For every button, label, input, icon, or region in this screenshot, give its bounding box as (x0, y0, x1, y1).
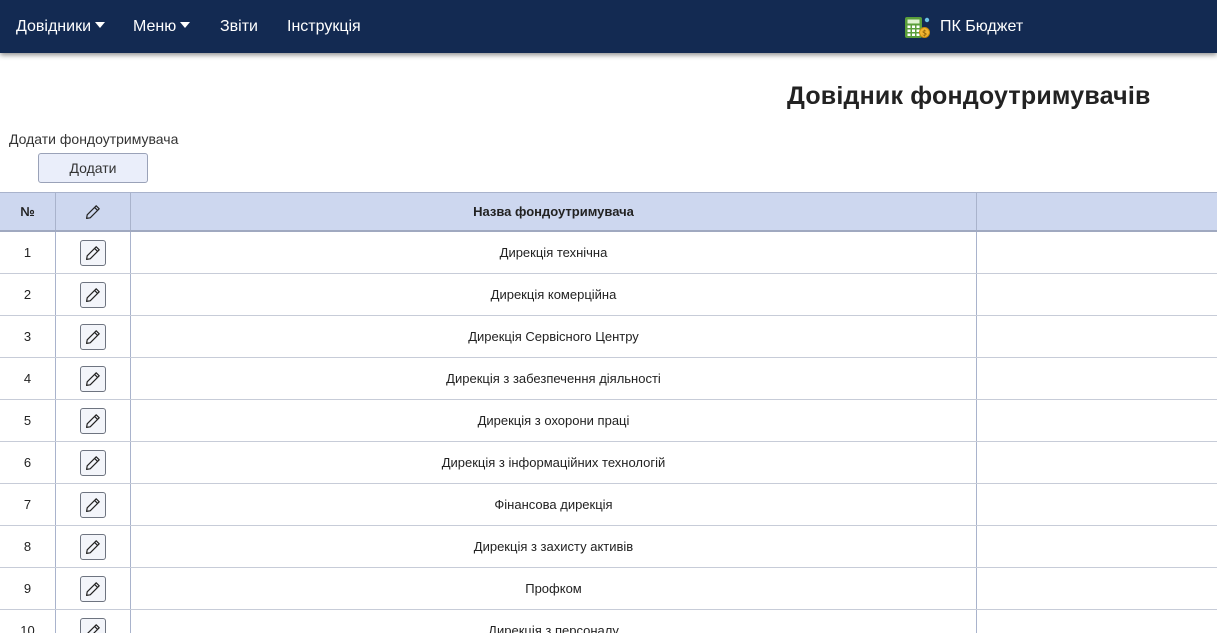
pencil-icon (85, 329, 101, 345)
nav-label: Меню (133, 18, 177, 35)
table-row: 6 Дирекція з інформаційних технологій (0, 442, 1217, 484)
row-number: 10 (0, 610, 56, 633)
row-name: Дирекція Сервісного Центру (131, 316, 977, 357)
row-edit-cell (56, 568, 131, 609)
pencil-icon (85, 539, 101, 555)
row-name: Дирекція з захисту активів (131, 526, 977, 567)
row-extra-cell (977, 358, 1217, 399)
edit-row-button[interactable] (80, 407, 106, 434)
table-row: 7 Фінансова дирекція (0, 484, 1217, 526)
pencil-icon (85, 581, 101, 597)
row-extra-cell (977, 568, 1217, 609)
row-extra-cell (977, 400, 1217, 441)
caret-down-icon (95, 22, 106, 28)
row-extra-cell (977, 526, 1217, 567)
column-header-number[interactable]: № (0, 193, 56, 230)
row-edit-cell (56, 400, 131, 441)
edit-row-button[interactable] (80, 365, 106, 392)
edit-row-button[interactable] (80, 323, 106, 350)
row-number: 5 (0, 400, 56, 441)
pencil-icon (85, 413, 101, 429)
page-title: Довідник фондоутримувачів (787, 82, 1151, 110)
row-edit-cell (56, 316, 131, 357)
fund-holders-table: № Назва фондоутримувача 1 Дирекція техніч… (0, 192, 1217, 633)
brand[interactable]: $ ПК Бюджет (904, 15, 1023, 39)
edit-row-button[interactable] (80, 239, 106, 266)
pencil-icon (85, 623, 101, 633)
row-extra-cell (977, 442, 1217, 483)
row-name: Фінансова дирекція (131, 484, 977, 525)
table-row: 9 Профком (0, 568, 1217, 610)
table-row: 3 Дирекція Сервісного Центру (0, 316, 1217, 358)
row-name: Дирекція технічна (131, 232, 977, 273)
caret-down-icon (180, 22, 191, 28)
nav-menu-menu[interactable]: Меню (133, 17, 191, 37)
pencil-icon (85, 245, 101, 261)
row-edit-cell (56, 610, 131, 633)
edit-row-button[interactable] (80, 617, 106, 633)
row-edit-cell (56, 442, 131, 483)
row-name: Дирекція з персоналу (131, 610, 977, 633)
column-header-extra (977, 193, 1217, 230)
column-header-edit (56, 193, 131, 230)
svg-text:$: $ (922, 29, 927, 38)
pencil-icon (85, 497, 101, 513)
table-row: 2 Дирекція комерційна (0, 274, 1217, 316)
row-name: Дирекція з інформаційних технологій (131, 442, 977, 483)
edit-row-button[interactable] (80, 449, 106, 476)
row-number: 4 (0, 358, 56, 399)
row-number: 3 (0, 316, 56, 357)
brand-label: ПК Бюджет (940, 18, 1024, 35)
table-row: 10 Дирекція з персоналу (0, 610, 1217, 633)
row-name: Дирекція комерційна (131, 274, 977, 315)
row-extra-cell (977, 274, 1217, 315)
row-number: 8 (0, 526, 56, 567)
nav-label: Звіти (220, 18, 258, 35)
nav-link-reports[interactable]: Звіти (220, 17, 258, 37)
column-header-name[interactable]: Назва фондоутримувача (131, 193, 977, 230)
edit-row-button[interactable] (80, 533, 106, 560)
row-edit-cell (56, 274, 131, 315)
nav-label: Інструкція (287, 18, 361, 35)
nav-menu-dovidnyky[interactable]: Довідники (16, 17, 106, 37)
pencil-icon (85, 287, 101, 303)
row-number: 9 (0, 568, 56, 609)
row-number: 1 (0, 232, 56, 273)
row-number: 2 (0, 274, 56, 315)
edit-row-button[interactable] (80, 281, 106, 308)
pencil-icon (85, 455, 101, 471)
row-name: Дирекція з забезпечення діяльності (131, 358, 977, 399)
row-extra-cell (977, 316, 1217, 357)
row-name: Профком (131, 568, 977, 609)
row-edit-cell (56, 526, 131, 567)
row-name: Дирекція з охорони праці (131, 400, 977, 441)
table-row: 1 Дирекція технічна (0, 232, 1217, 274)
row-number: 6 (0, 442, 56, 483)
add-section-label: Додати фондоутримувача (9, 131, 179, 147)
table-row: 8 Дирекція з захисту активів (0, 526, 1217, 568)
edit-row-button[interactable] (80, 575, 106, 602)
row-edit-cell (56, 484, 131, 525)
row-extra-cell (977, 484, 1217, 525)
pencil-icon (85, 204, 101, 220)
row-number: 7 (0, 484, 56, 525)
pencil-icon (85, 371, 101, 387)
table-header: № Назва фондоутримувача (0, 192, 1217, 232)
table-body: 1 Дирекція технічна 2 Дирекція комерційна 3 Д… (0, 232, 1217, 633)
calculator-money-icon: $ (904, 15, 930, 39)
table-row: 5 Дирекція з охорони праці (0, 400, 1217, 442)
nav-label: Довідники (16, 18, 92, 35)
edit-row-button[interactable] (80, 491, 106, 518)
row-edit-cell (56, 358, 131, 399)
add-button[interactable]: Додати (38, 153, 148, 183)
row-extra-cell (977, 232, 1217, 273)
nav-link-instructions[interactable]: Інструкція (287, 17, 361, 37)
top-navbar: Довідники Меню Звіти Інструкція $ ПК Бюд… (0, 0, 1217, 53)
table-row: 4 Дирекція з забезпечення діяльності (0, 358, 1217, 400)
row-edit-cell (56, 232, 131, 273)
row-extra-cell (977, 610, 1217, 633)
